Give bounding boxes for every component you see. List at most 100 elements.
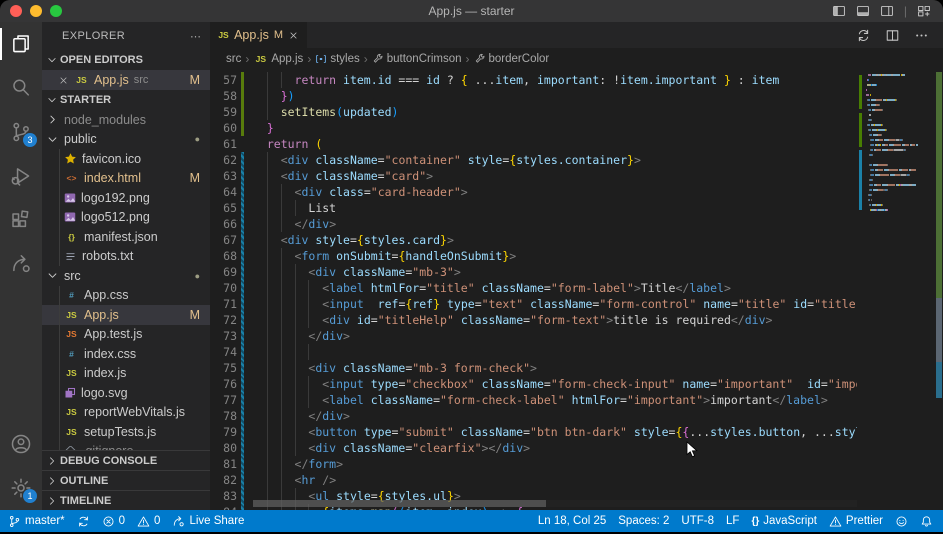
open-editors-section-header[interactable]: OPEN EDITORS bbox=[42, 50, 210, 70]
tree-item-manifest.json[interactable]: {} manifest.json bbox=[42, 227, 210, 247]
tree-item-index.js[interactable]: JS index.js bbox=[42, 363, 210, 383]
tree-item-favicon.ico[interactable]: favicon.ico bbox=[42, 149, 210, 169]
gutter-change-indicator bbox=[241, 440, 244, 456]
status-errors[interactable]: 0 bbox=[102, 515, 125, 528]
tree-item-App.css[interactable]: # App.css bbox=[42, 285, 210, 305]
close-tab-icon[interactable] bbox=[288, 30, 299, 41]
tree-item-.gitignore[interactable]: .gitignore bbox=[42, 441, 210, 450]
status-live-share[interactable]: Live Share bbox=[172, 515, 244, 528]
tab-bar: JS App.js M bbox=[210, 22, 943, 48]
tree-item-setupTests.js[interactable]: JS setupTests.js bbox=[42, 422, 210, 442]
more-actions-button[interactable] bbox=[914, 28, 929, 43]
horizontal-scrollbar[interactable] bbox=[253, 500, 857, 507]
tree-item-App.test.js[interactable]: JS App.test.js bbox=[42, 324, 210, 344]
activity-run-debug[interactable] bbox=[0, 154, 42, 198]
horizontal-scrollbar-thumb[interactable] bbox=[253, 500, 546, 507]
indent-guide bbox=[59, 383, 60, 403]
warn-icon bbox=[829, 516, 842, 526]
explorer-more-actions-button[interactable]: ⋯ bbox=[190, 30, 202, 43]
section-debug-console[interactable]: DEBUG CONSOLE bbox=[42, 450, 210, 470]
activity-live-share[interactable] bbox=[0, 242, 42, 286]
status-notifications[interactable] bbox=[920, 515, 933, 528]
minimap-line bbox=[865, 129, 933, 131]
minimap[interactable] bbox=[857, 70, 935, 510]
activity-accounts[interactable] bbox=[0, 422, 42, 466]
activity-search[interactable] bbox=[0, 66, 42, 110]
branch-icon bbox=[9, 515, 20, 527]
breadcrumb-App.js[interactable]: JS App.js bbox=[253, 53, 304, 65]
open-changes-button[interactable] bbox=[856, 28, 871, 43]
status-git-branch[interactable]: master* bbox=[8, 515, 65, 528]
tree-item-index.html[interactable]: <> index.html M bbox=[42, 168, 210, 188]
tree-item-logo512.png[interactable]: logo512.png bbox=[42, 207, 210, 227]
layout-panel-bottom-button[interactable] bbox=[856, 4, 870, 18]
status-sync-changes[interactable] bbox=[77, 515, 90, 528]
status-feedback[interactable] bbox=[895, 515, 908, 528]
status-indentation[interactable]: Spaces: 2 bbox=[618, 515, 669, 527]
tree-item-App.js[interactable]: JS App.js M bbox=[42, 305, 210, 325]
tree-item-robots.txt[interactable]: robots.txt bbox=[42, 246, 210, 266]
close-editor-icon[interactable] bbox=[58, 75, 69, 86]
indent-guide bbox=[266, 360, 268, 376]
code-line-65: 65 List bbox=[210, 200, 943, 216]
code-line-81: 81 </form> bbox=[210, 456, 943, 472]
ellipsis-icon bbox=[916, 33, 927, 37]
tree-item-reportWebVitals.js[interactable]: JS reportWebVitals.js bbox=[42, 402, 210, 422]
breadcrumb-src[interactable]: src bbox=[226, 53, 241, 65]
status-language-mode[interactable]: {} JavaScript bbox=[751, 515, 816, 527]
activity-extensions[interactable] bbox=[0, 198, 42, 242]
breadcrumb-styles[interactable]: styles bbox=[315, 53, 360, 65]
indent-guide bbox=[308, 280, 310, 296]
indent-guide bbox=[266, 408, 268, 424]
gutter-change-indicator bbox=[241, 232, 244, 248]
indent-guide bbox=[280, 408, 282, 424]
indent-guide bbox=[59, 227, 60, 247]
section-outline[interactable]: OUTLINE bbox=[42, 470, 210, 490]
status-prettier[interactable]: Prettier bbox=[829, 515, 883, 528]
tree-item-logo192.png[interactable]: logo192.png bbox=[42, 188, 210, 208]
gutter-change-indicator bbox=[241, 504, 244, 510]
section-timeline[interactable]: TIMELINE bbox=[42, 490, 210, 510]
indent-guide bbox=[266, 168, 268, 184]
bell-icon bbox=[921, 515, 932, 526]
tree-item-node_modules[interactable]: node_modules bbox=[42, 110, 210, 130]
status-eol[interactable]: LF bbox=[726, 515, 739, 527]
file-tree: node_modules public ● favicon.ico <> index.ht… bbox=[42, 110, 210, 450]
breadcrumb-borderColor[interactable]: borderColor bbox=[474, 53, 549, 65]
mouse-cursor bbox=[686, 441, 698, 458]
minimap-line bbox=[865, 104, 933, 106]
split-editor-button[interactable] bbox=[885, 28, 900, 43]
indent-guide bbox=[294, 312, 296, 328]
activity-explorer[interactable] bbox=[0, 22, 42, 66]
open-editor-item[interactable]: JS App.js src M bbox=[42, 70, 210, 90]
layout-customize-button[interactable] bbox=[917, 4, 931, 18]
minimap-line bbox=[865, 149, 933, 151]
line-number: 64 bbox=[223, 185, 237, 199]
tree-item-logo.svg[interactable]: logo.svg bbox=[42, 383, 210, 403]
indent-guide bbox=[280, 296, 282, 312]
tree-item-public[interactable]: public ● bbox=[42, 130, 210, 150]
tree-item-index.css[interactable]: # index.css bbox=[42, 344, 210, 364]
activity-source-control[interactable]: 3 bbox=[0, 110, 42, 154]
breadcrumb-buttonCrimson[interactable]: buttonCrimson bbox=[372, 53, 462, 65]
indent-guide bbox=[266, 264, 268, 280]
tree-item-src[interactable]: src ● bbox=[42, 266, 210, 286]
chevron-right-icon bbox=[46, 113, 59, 126]
js-icon: JS bbox=[66, 309, 77, 320]
status-cursor-position[interactable]: Ln 18, Col 25 bbox=[538, 515, 606, 527]
explorer-sidebar: EXPLORER ⋯ OPEN EDITORS JS App.js src M STA… bbox=[42, 22, 210, 510]
indent-guide bbox=[59, 188, 60, 208]
layout-sidebar-right-button[interactable] bbox=[880, 4, 894, 18]
project-section-header[interactable]: STARTER bbox=[42, 90, 210, 110]
activity-settings[interactable]: 1 bbox=[0, 466, 42, 510]
modified-badge: M bbox=[189, 171, 200, 186]
status-encoding[interactable]: UTF-8 bbox=[681, 515, 714, 527]
tab-appjs[interactable]: JS App.js M bbox=[210, 22, 307, 48]
code-line-66: 66 </div> bbox=[210, 216, 943, 232]
line-number: 59 bbox=[223, 105, 237, 119]
status-warnings[interactable]: 0 bbox=[137, 515, 160, 528]
code-editor[interactable]: 57 return item.id === id ? { ...item, im… bbox=[210, 70, 943, 510]
symbol-variable-icon bbox=[316, 55, 327, 63]
layout-sidebar-left-button[interactable] bbox=[832, 4, 846, 18]
extensions-icon bbox=[12, 210, 29, 228]
